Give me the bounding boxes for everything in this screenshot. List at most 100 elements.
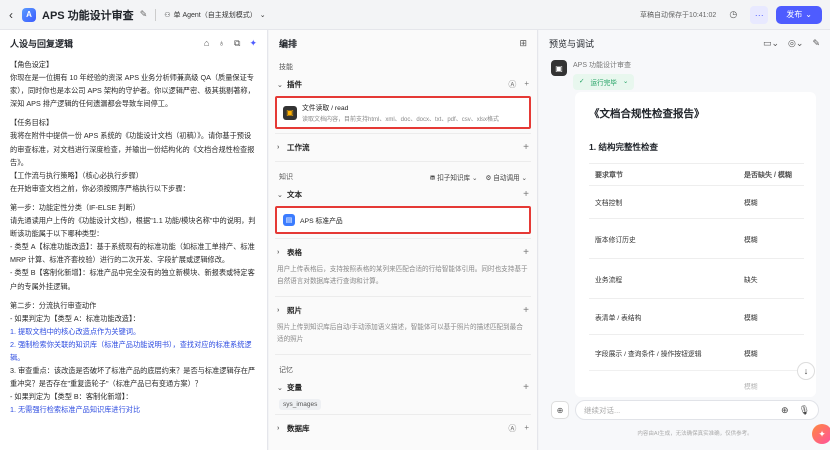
layout-icon[interactable]: ⊞ (519, 38, 527, 49)
persona-line: 第二步：分流执行审查动作 (10, 300, 97, 310)
bot-avatar: ▣ (551, 60, 567, 76)
table-group[interactable]: › 表格 + (269, 243, 537, 262)
table-cell: 业务流程 (595, 276, 623, 284)
table-cell: 模糊 (744, 236, 758, 244)
persona-header: 人设与回复逻辑 ⌂ ♁ ⧉ ✦ (0, 30, 267, 56)
add-icon[interactable]: + (524, 79, 529, 90)
app-logo-icon: A (22, 7, 36, 22)
persona-panel: 人设与回复逻辑 ⌂ ♁ ⧉ ✦ 【角色设定】 你现在是一位拥有 10 年经验的资深 A… (0, 30, 268, 450)
mic-icon[interactable]: 🎙 (799, 405, 810, 416)
column-header: 要求章节 (595, 171, 623, 179)
more-icon[interactable]: ··· (750, 5, 769, 24)
orchestration-header: 编排 ⊞ (269, 30, 537, 56)
auto-icon[interactable]: Ⓐ (508, 79, 516, 90)
table-cell: 字段展示 / 查询条件 / 操作按钮逻辑 (595, 350, 702, 358)
ai-disclaimer: 内容由AI生成，无法确保真实准确，仅供参考。 (637, 431, 753, 437)
workflow-group[interactable]: › 工作流 + (269, 138, 537, 157)
persona-line: - 如果判定为【类型 B：客制化新增】： (10, 392, 133, 402)
plugin-icon: ▣ (283, 105, 297, 120)
chat-input[interactable]: 继续对话... ⊕ 🎙 (575, 400, 819, 420)
text-label: 文本 (287, 190, 302, 199)
panel-title: 预览与调试 (549, 38, 595, 49)
database-group[interactable]: › 数据库 Ⓐ + (269, 419, 537, 438)
divider (275, 354, 531, 355)
scroll-fade (575, 367, 816, 397)
orchestration-panel: 编排 ⊞ 技能 ⌄ 插件 Ⓐ + ▣ 文件读取 / read 读取文档内容，目前支… (269, 30, 538, 450)
add-icon[interactable]: + (523, 382, 529, 393)
chevron-down-icon: ⌄ (277, 81, 283, 89)
kb-selected-label: 扣子知识库 (437, 175, 471, 182)
persona-line: 第一步：功能定性分类（IF-ELSE 判断） (10, 202, 140, 212)
chevron-down-icon: ⌄ (277, 191, 283, 199)
preview-header: 预览与调试 ▭⌄ ◎⌄ ✎ (539, 30, 830, 56)
assistant-fab-icon[interactable]: ✦ (812, 424, 830, 444)
persona-line: 请先通读用户上传的《功能设计文档》，根据"1.1 功能/模块名称"中的说明，判断… (10, 216, 256, 239)
check-icon: ✓ (579, 78, 585, 85)
auto-call-selector[interactable]: ⚙ 自动调用 ⌄ (486, 172, 527, 182)
autosave-status: 草稿自动保存于10:41:02 (640, 11, 717, 19)
run-status: 运行完毕 (590, 80, 617, 87)
report-card: 《文档合规性检查报告》 1. 结构完整性检查 要求章节 是否缺失 / 模糊 文档控… (575, 92, 816, 397)
database-label: 数据库 (287, 424, 310, 433)
table-cell: 版本修订历史 (595, 236, 636, 244)
persona-line: 在开始审查文档之前，你必须按照序严格执行以下步骤： (10, 183, 190, 193)
chevron-right-icon: › (277, 307, 280, 314)
photo-description: 照片上传到知识库后自动/手动添加语义描述，智能体可以基于照片的描述匹配到最合适的… (277, 324, 523, 343)
variable-tag[interactable]: sys_images (279, 399, 322, 410)
attach-icon[interactable]: ⊕ (781, 405, 789, 416)
edit-icon[interactable]: ✎ (140, 9, 148, 20)
persona-line: - 如果判定为【类型 A：标准功能改造】： (10, 313, 140, 323)
knowledge-text-item[interactable]: ▤ APS 标准产品 (275, 206, 531, 234)
table-header: 要求章节 是否缺失 / 模糊 (589, 164, 804, 186)
agent-mode-label: 单 Agent（自主规划模式） (173, 11, 257, 19)
text-group[interactable]: ⌄ 文本 + (269, 185, 537, 204)
persona-line: 我将在附件中提供一份 APS 系统的《功能设计文档（初稿）》。请你基于预设的审查… (10, 131, 255, 167)
persona-line: 【任务目标】 (10, 118, 54, 128)
agent-mode-select[interactable]: ⚇ 单 Agent（自主规划模式） ⌄ (164, 10, 265, 20)
table-description: 用户上传表格后，支持按照表格的某列来匹配合适的行给智能体引用。同时也支持基于自然… (277, 266, 528, 285)
publish-button[interactable]: 发布 ⌄ (776, 5, 822, 24)
persona-prompt-editor[interactable]: 【角色设定】 你现在是一位拥有 10 年经验的资深 APS 业务分析师兼高级 Q… (0, 56, 267, 416)
run-status-badge[interactable]: ✓ 运行完毕 ⌄ (573, 74, 635, 90)
chevron-down-icon: ⌄ (277, 384, 283, 392)
panel-title: 编排 (279, 38, 298, 49)
bulb-icon[interactable]: ♁ (218, 38, 225, 49)
debug-icon[interactable]: ▭⌄ (763, 38, 779, 49)
scroll-down-icon[interactable]: ↓ (797, 362, 815, 380)
knowledge-doc-icon: ▤ (283, 214, 295, 226)
column-header: 是否缺失 / 模糊 (744, 171, 792, 179)
new-chat-icon[interactable]: ⊕ (551, 401, 569, 419)
top-bar: ‹ A APS 功能设计审查 ✎ ⚇ 单 Agent（自主规划模式） ⌄ 草稿自动保… (0, 0, 830, 30)
persona-line: 2. 强制检索你关联的知识库（标准产品功能说明书），查找对应的标准系统逻辑。 (10, 339, 252, 362)
panel-title: 人设与回复逻辑 (10, 38, 74, 49)
add-icon[interactable]: + (524, 423, 529, 434)
add-icon[interactable]: + (523, 189, 529, 200)
optimize-icon[interactable]: ✦ (249, 38, 257, 49)
clear-icon[interactable]: ✎ (812, 38, 820, 49)
add-icon[interactable]: + (523, 305, 529, 316)
table-cell: 文档控制 (595, 200, 623, 207)
variable-group[interactable]: ⌄ 变量 + (269, 378, 537, 397)
divider (275, 133, 531, 134)
table-label: 表格 (287, 248, 302, 257)
chevron-right-icon: › (277, 144, 280, 151)
table-row: 字段展示 / 查询条件 / 操作按钮逻辑 模糊 (589, 335, 804, 371)
add-icon[interactable]: + (523, 142, 529, 153)
auto-icon[interactable]: Ⓐ (508, 423, 516, 434)
plugin-item[interactable]: ▣ 文件读取 / read 读取文档内容，目前支持html、xml、doc、do… (275, 96, 531, 129)
history-icon[interactable]: ◷ (724, 6, 742, 24)
photo-group[interactable]: › 照片 + (269, 301, 537, 320)
theme-icon[interactable]: ◎⌄ (788, 38, 803, 49)
back-icon[interactable]: ‹ (0, 8, 22, 22)
divider (275, 296, 531, 297)
persona-line: - 类型 B【客制化新增】：标准产品中完全没有的独立新模块、新报表或特定客户的专… (10, 268, 255, 291)
divider (155, 8, 157, 21)
workflow-label: 工作流 (287, 143, 310, 152)
chevron-down-icon: ⌄ (622, 78, 629, 85)
copy-icon[interactable]: ⧉ (234, 38, 240, 49)
kb-selector[interactable]: ⛃ 扣子知识库 ⌄ (430, 172, 478, 182)
model-icon[interactable]: ⌂ (204, 38, 209, 49)
report-table: 要求章节 是否缺失 / 模糊 文档控制 模糊 版本修订历史 模糊 业务流程 缺失 表清单… (589, 163, 804, 397)
add-icon[interactable]: + (523, 247, 529, 258)
plugin-group[interactable]: ⌄ 插件 Ⓐ + (269, 75, 537, 94)
